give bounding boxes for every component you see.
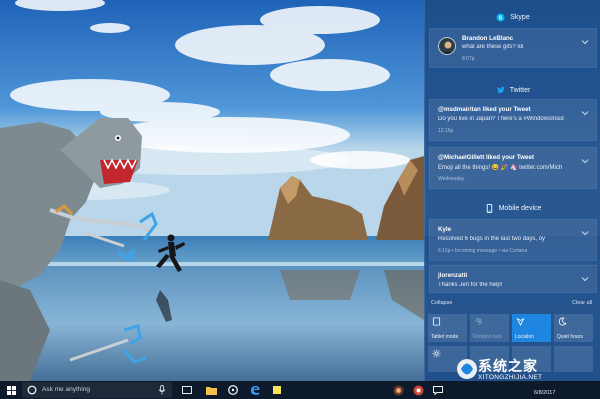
sticky-notes-icon <box>273 386 281 394</box>
quick-action-location[interactable]: Location <box>512 314 551 342</box>
notification-title: jlorenzatti <box>438 272 468 279</box>
folder-icon <box>205 386 217 395</box>
app-icon <box>393 385 403 395</box>
notification-title: Kyle <box>438 226 452 233</box>
moon-icon <box>558 317 567 326</box>
taskbar-file-explorer[interactable] <box>202 381 220 399</box>
start-button[interactable] <box>2 381 20 399</box>
quick-action-label: Rotation lock <box>473 334 502 340</box>
microphone-icon[interactable] <box>158 385 166 395</box>
twitter-icon <box>496 86 505 93</box>
rotation-lock-icon <box>475 318 482 325</box>
clock-date[interactable]: 6/8/2017 <box>534 390 555 396</box>
group-title-twitter: Twitter <box>509 86 531 94</box>
notification-body: Emoji all the things! 😄 🎉 🦄 twitter.com/… <box>438 165 563 171</box>
task-view-icon <box>182 386 192 394</box>
group-title-skype: Skype <box>510 13 530 21</box>
taskbar-sticky-notes[interactable] <box>268 381 286 399</box>
notification-center-button[interactable] <box>430 381 446 399</box>
brightness-icon <box>432 349 441 358</box>
svg-text:S: S <box>499 15 503 21</box>
app-icon <box>413 385 423 395</box>
collapse-link[interactable]: Collapse <box>431 300 452 306</box>
tablet-icon <box>432 317 441 326</box>
taskbar-app[interactable] <box>390 381 406 399</box>
taskbar-groove-music[interactable] <box>224 381 242 399</box>
notification-mobile-1[interactable]: Kyle Resolved 6 bugs in the last two day… <box>429 219 597 261</box>
group-header-mobile-device[interactable]: Mobile device <box>425 200 600 216</box>
notification-mobile-2[interactable]: jlorenzatti Thanks Jen for the help! <box>429 265 597 293</box>
watermark-url: XITONGZHIJIA.NET <box>478 374 543 381</box>
notification-icon <box>433 385 443 395</box>
chevron-down-icon[interactable] <box>581 110 589 116</box>
notification-skype-message[interactable]: Brandon LeBlanc what are these gifs? lol… <box>429 28 597 68</box>
notification-time: 8:07p <box>462 56 475 62</box>
edge-icon <box>251 386 260 395</box>
quick-action-label: Location <box>515 334 534 340</box>
notification-body: what are these gifs? lol <box>462 44 524 50</box>
notification-twitter-1[interactable]: @msdmairitan liked your Tweet Do you liv… <box>429 99 597 141</box>
windows-logo-icon <box>6 385 16 395</box>
notification-time: Wednesday <box>438 176 465 182</box>
notification-title: @msdmairitan liked your Tweet <box>438 106 531 113</box>
chevron-down-icon[interactable] <box>581 230 589 236</box>
clear-all-link[interactable]: Clear all <box>572 300 592 306</box>
location-icon <box>516 317 525 326</box>
music-disc-icon <box>228 385 238 395</box>
notification-title: Brandon LeBlanc <box>462 35 514 42</box>
chevron-down-icon[interactable] <box>581 158 589 164</box>
group-header-skype[interactable]: S Skype <box>425 9 600 25</box>
search-placeholder: Ask me anything <box>42 386 91 393</box>
notification-title: @MichaelGillett liked your Tweet <box>438 154 535 161</box>
person-icon <box>442 41 454 54</box>
quick-action-tablet-mode[interactable]: Tablet mode <box>428 314 467 342</box>
taskbar-app[interactable] <box>410 381 426 399</box>
chevron-down-icon[interactable] <box>581 39 589 45</box>
avatar <box>438 37 456 55</box>
group-header-twitter[interactable]: Twitter <box>425 82 600 98</box>
quick-action-quiet-hours[interactable]: Quiet hours <box>554 314 593 342</box>
notification-meta: 6:15p • Incoming message • via Cortana <box>438 248 528 254</box>
taskbar-edge[interactable] <box>246 381 264 399</box>
notification-time: 12:16p <box>438 128 454 134</box>
group-title-mobile-device: Mobile device <box>498 204 542 212</box>
notification-twitter-2[interactable]: @MichaelGillett liked your Tweet Emoji a… <box>429 147 597 189</box>
skype-icon: S <box>496 12 505 21</box>
watermark-text: 系统之家 <box>478 358 538 374</box>
notification-body: Do you live in Japan? There's a #Windows… <box>438 116 564 122</box>
phone-icon <box>486 203 492 213</box>
notification-body: Thanks Jen for the help! <box>438 282 503 288</box>
chevron-down-icon[interactable] <box>581 276 589 282</box>
notification-body: Resolved 6 bugs in the last two days, oy <box>438 236 546 242</box>
quick-action-label: Quiet hours <box>557 334 583 340</box>
quick-action-label: Tablet mode <box>431 334 459 340</box>
cortana-icon <box>27 385 37 395</box>
task-view-button[interactable] <box>178 381 196 399</box>
quick-action-rotation-lock[interactable]: Rotation lock <box>470 314 509 342</box>
cortana-search-box[interactable]: Ask me anything <box>22 382 172 398</box>
